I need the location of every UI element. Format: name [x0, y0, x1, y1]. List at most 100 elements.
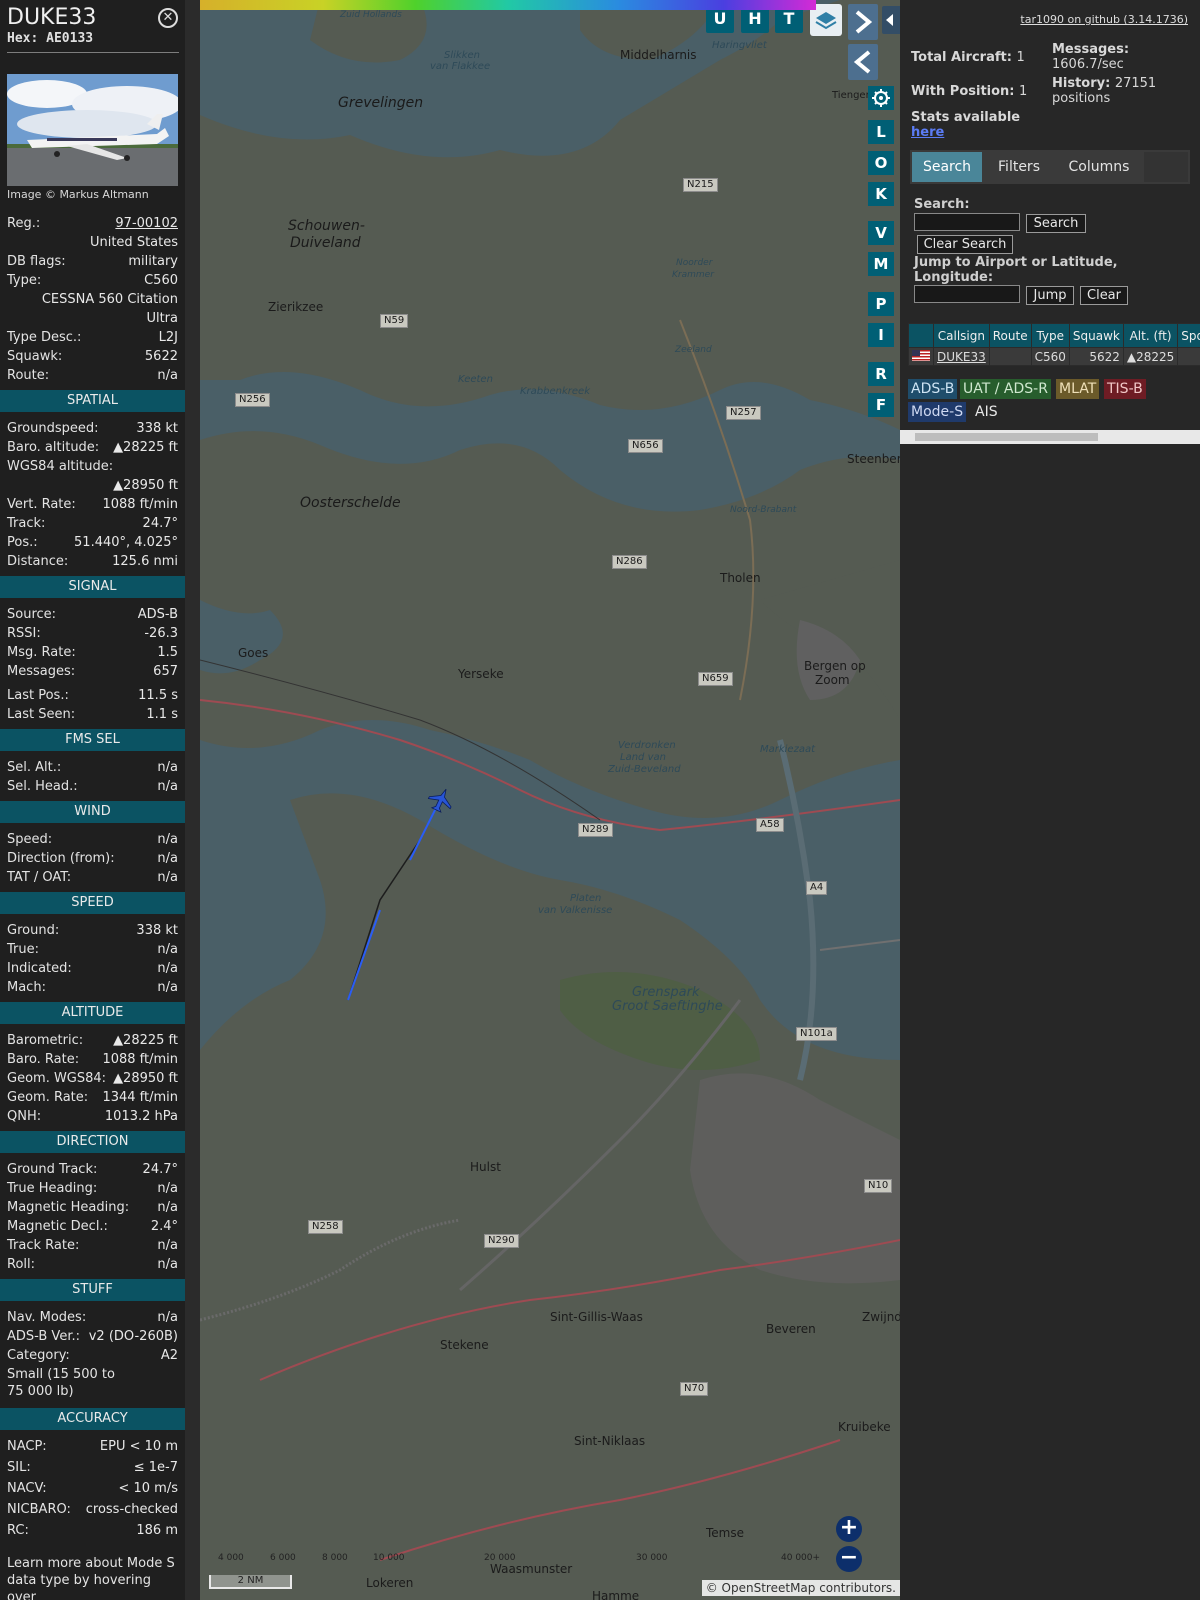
history-stat: History: 27151 positions [1052, 76, 1192, 106]
place-label: Bergen op [804, 659, 866, 673]
detail-label: Category: [7, 1348, 70, 1363]
detail-row: Barometric: ▲28225 ft [7, 1032, 178, 1050]
image-credit: Image © Markus Altmann [7, 188, 149, 201]
column-header[interactable]: Callsign [933, 323, 990, 348]
detail-value: A2 [160, 1348, 178, 1363]
toggle-r-button[interactable]: R [868, 362, 894, 386]
map-scale: 2 NM [209, 1575, 292, 1589]
toggle-f-button[interactable]: F [868, 393, 894, 417]
column-header[interactable]: Alt. (ft) [1122, 323, 1179, 348]
tab-search[interactable]: Search [912, 152, 982, 182]
detail-value: ▲28225 ft [113, 440, 178, 455]
messages-label: Messages: [1052, 42, 1130, 57]
tab-columns[interactable]: Columns [1056, 152, 1142, 182]
detail-value: 2.4° [150, 1219, 178, 1234]
detail-value: United States [89, 235, 178, 250]
map-attribution[interactable]: © OpenStreetMap contributors. [701, 1580, 900, 1596]
aircraft-photo[interactable] [7, 74, 178, 186]
panel-tabs: Search Filters Columns [910, 150, 1190, 184]
nature-label: Grenspark [632, 985, 700, 1000]
column-header[interactable]: Route [988, 323, 1032, 348]
table-row[interactable]: DUKE33 C560 5622 ▲28225 [908, 347, 1200, 366]
prev-aircraft-button[interactable] [848, 44, 878, 80]
settings-button[interactable] [868, 86, 894, 110]
detail-value: n/a [157, 980, 178, 995]
plus-icon[interactable]: + [836, 1516, 862, 1542]
detail-value: 186 m [136, 1523, 178, 1538]
detail-value[interactable]: 97-00102 [115, 215, 178, 233]
detail-value: L2J [158, 330, 178, 345]
detail-label: Nav. Modes: [7, 1310, 87, 1325]
search-button[interactable]: Search [1026, 214, 1086, 233]
column-header[interactable]: Squawk [1068, 323, 1124, 348]
detail-row: Distance: 125.6 nmi [7, 553, 178, 571]
column-header[interactable]: Spd [1177, 323, 1200, 348]
column-header[interactable]: Type [1030, 323, 1070, 348]
detail-row: RSSI: -26.3 [7, 625, 178, 643]
detail-row: Direction (from): n/a [7, 850, 178, 868]
water-label: Krabbenkreek [520, 386, 590, 397]
toggle-m-button[interactable]: M [868, 252, 894, 276]
detail-label: Speed: [7, 832, 53, 847]
search-label: Search: [914, 197, 970, 212]
row-callsign[interactable]: DUKE33 [933, 347, 990, 366]
place-label: Yerseke [458, 667, 504, 681]
detail-row: Nav. Modes: n/a [7, 1309, 178, 1327]
search-input[interactable] [914, 213, 1020, 231]
jump-button[interactable]: Jump [1026, 286, 1074, 305]
detail-value: 338 kt [136, 421, 178, 436]
detail-row: NACV: < 10 m/s [7, 1480, 178, 1498]
detail-value: military [128, 254, 178, 269]
scrollbar-thumb[interactable] [915, 433, 1098, 441]
github-link[interactable]: tar1090 on github (3.14.1736) [1020, 13, 1188, 26]
map[interactable]: Grevelingen Schouwen- Duiveland Oostersc… [200, 0, 900, 1600]
next-aircraft-button[interactable] [848, 4, 878, 40]
water-label: Zuid-Beveland [608, 764, 681, 775]
clear-search-button[interactable]: Clear Search [917, 235, 1013, 254]
detail-value: v2 (DO-260B) [88, 1329, 178, 1344]
toggle-l-button[interactable]: L [868, 120, 894, 144]
clear-button[interactable]: Clear [1080, 286, 1128, 305]
detail-row: ▲28950 ft [7, 477, 178, 495]
place-label: Oosterschelde [300, 495, 401, 511]
toggle-k-button[interactable]: K [868, 182, 894, 206]
detail-row: True: n/a [7, 941, 178, 959]
jump-input[interactable] [914, 285, 1020, 303]
place-label: Zwijndr [862, 1310, 900, 1324]
row-squawk: 5622 [1068, 347, 1124, 366]
detail-value: n/a [157, 832, 178, 847]
detail-value: 24.7° [142, 516, 178, 531]
detail-label: Msg. Rate: [7, 645, 76, 660]
tab-extra[interactable] [1144, 152, 1188, 182]
minus-icon[interactable]: − [836, 1546, 862, 1572]
detail-row: Last Pos.: 11.5 s [7, 687, 178, 705]
detail-value: n/a [157, 961, 178, 976]
close-icon[interactable]: ✕ [158, 8, 178, 28]
detail-value: n/a [157, 1200, 178, 1215]
detail-value: < 10 m/s [118, 1481, 178, 1496]
aircraft-info-panel: DUKE33 Hex: AE0133 ✕ Image © Markus Altm… [0, 0, 185, 1600]
road-label: N257 [726, 406, 761, 420]
road-label: N290 [484, 1234, 519, 1248]
table-header-row: Callsign Route Type Squawk Alt. (ft) Spd [908, 323, 1200, 348]
detail-row: QNH: 1013.2 hPa [7, 1108, 178, 1126]
table-horizontal-scrollbar[interactable] [900, 430, 1200, 444]
tab-filters[interactable]: Filters [984, 152, 1054, 182]
place-label: Grevelingen [338, 95, 424, 111]
section-header-altitude: ALTITUDE [0, 1002, 185, 1024]
toggle-o-button[interactable]: O [868, 151, 894, 175]
place-label: Beveren [766, 1322, 816, 1336]
water-label: Krammer [672, 270, 714, 280]
toggle-p-button[interactable]: P [868, 292, 894, 316]
expand-button[interactable] [882, 6, 900, 34]
water-label: Noorder [676, 258, 713, 268]
toggle-i-button[interactable]: I [868, 323, 894, 347]
stats-link[interactable]: here [911, 125, 944, 140]
detail-label: RC: [7, 1523, 29, 1538]
detail-value: C560 [144, 273, 178, 288]
detail-value: n/a [157, 1257, 178, 1272]
category-description: Small (15 500 to 75 000 lb) [7, 1367, 115, 1399]
toggle-v-button[interactable]: V [868, 221, 894, 245]
place-label: Sint-Gillis-Waas [550, 1310, 643, 1324]
section-header-stuff: STUFF [0, 1279, 185, 1301]
